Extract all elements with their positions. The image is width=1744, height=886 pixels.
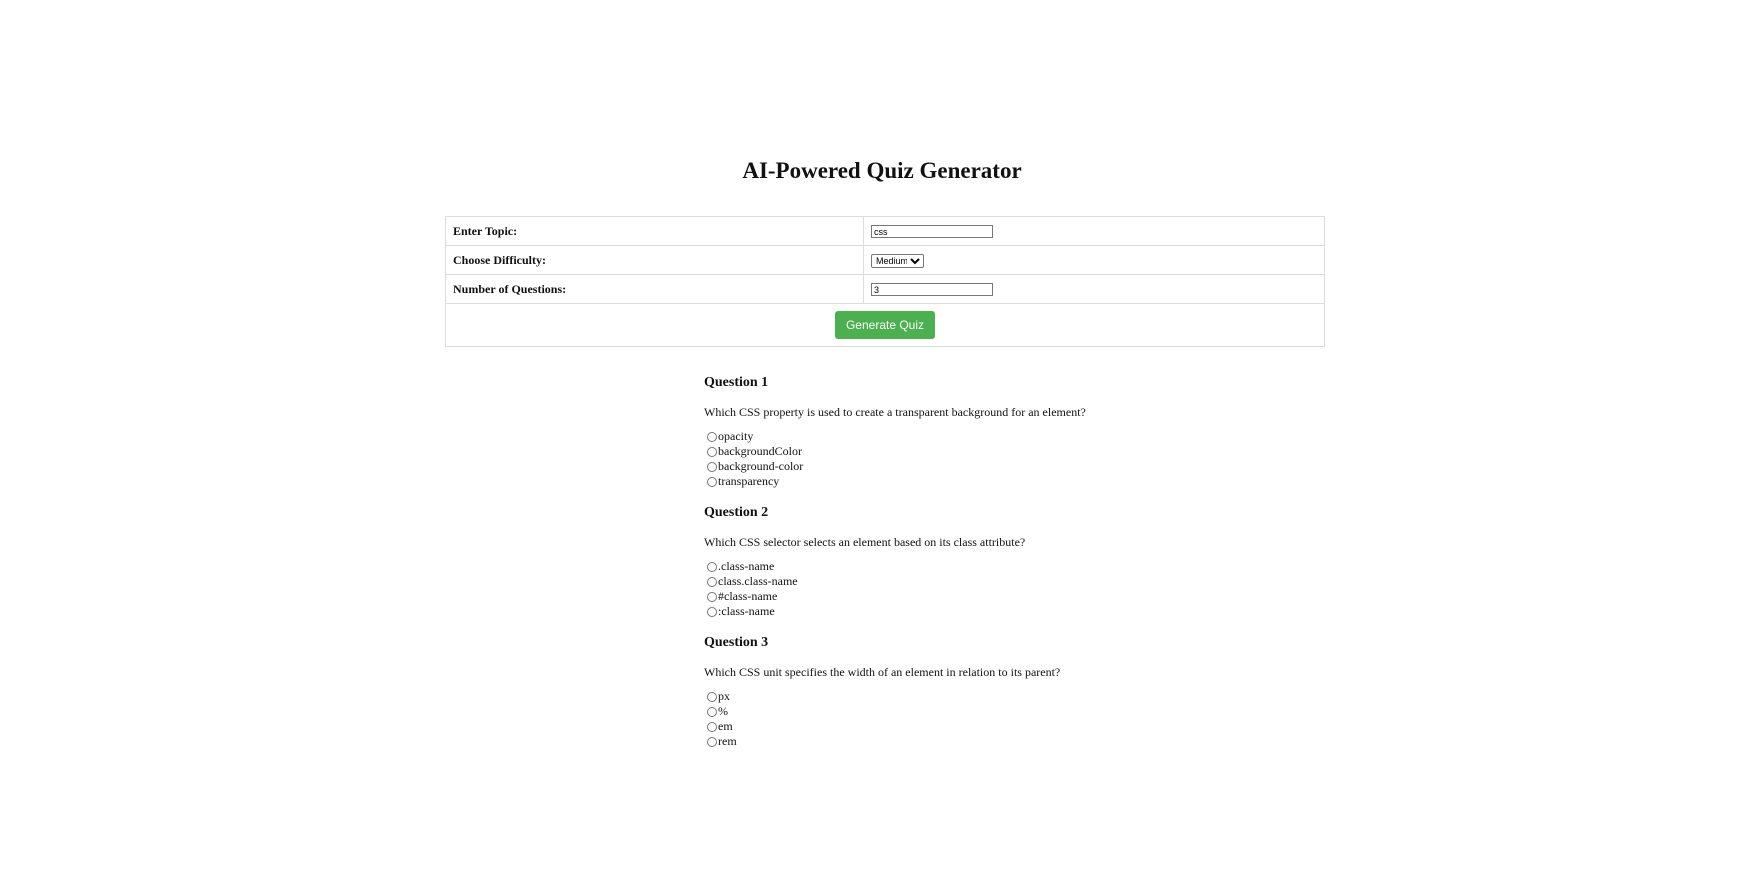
answer-option[interactable]: opacity bbox=[707, 429, 1264, 444]
quiz-settings-form: Enter Topic: Choose Difficulty: Medium N… bbox=[445, 216, 1325, 347]
difficulty-label: Choose Difficulty: bbox=[445, 245, 864, 275]
answer-radio[interactable] bbox=[707, 561, 717, 572]
question-text: Which CSS selector selects an element ba… bbox=[704, 535, 1026, 549]
answer-option[interactable]: .class-name bbox=[707, 559, 1264, 574]
answer-option[interactable]: backgroundColor bbox=[707, 444, 1264, 459]
answer-radio[interactable] bbox=[707, 706, 717, 717]
topic-label: Enter Topic: bbox=[445, 216, 864, 246]
topic-input[interactable] bbox=[871, 225, 993, 238]
difficulty-select-cell: Medium bbox=[863, 245, 1325, 275]
answer-option-label: px bbox=[718, 689, 730, 703]
generate-quiz-button[interactable]: Generate Quiz bbox=[834, 311, 936, 339]
question-count-input[interactable] bbox=[871, 283, 993, 296]
answer-option[interactable]: #class-name bbox=[707, 589, 1264, 604]
answer-radio[interactable] bbox=[707, 606, 717, 617]
answer-option-label: % bbox=[718, 704, 728, 718]
count-row: Number of Questions: bbox=[445, 274, 1325, 304]
difficulty-row: Choose Difficulty: Medium bbox=[445, 245, 1325, 275]
quiz-question: Question 1 Which CSS property is used to … bbox=[704, 371, 1264, 489]
answer-option-label: em bbox=[718, 719, 733, 733]
quiz-question: Question 2 Which CSS selector selects an … bbox=[704, 501, 1264, 619]
answer-option-label: :class-name bbox=[718, 604, 775, 618]
answer-option[interactable]: % bbox=[707, 704, 1264, 719]
answer-radio[interactable] bbox=[707, 431, 717, 442]
page-title: AI-Powered Quiz Generator bbox=[742, 158, 1022, 183]
topic-input-cell bbox=[863, 216, 1325, 246]
answer-option[interactable]: transparency bbox=[707, 474, 1264, 489]
answer-radio[interactable] bbox=[707, 576, 717, 587]
question-text: Which CSS unit specifies the width of an… bbox=[704, 665, 1061, 679]
answer-radio[interactable] bbox=[707, 591, 717, 602]
question-title: Question 1 bbox=[704, 375, 769, 390]
count-label: Number of Questions: bbox=[445, 274, 864, 304]
difficulty-select[interactable]: Medium bbox=[871, 253, 924, 268]
question-title: Question 3 bbox=[704, 635, 769, 650]
answer-radio[interactable] bbox=[707, 461, 717, 472]
question-text: Which CSS property is used to create a t… bbox=[704, 405, 1086, 419]
quiz-container: Question 1 Which CSS property is used to … bbox=[704, 371, 1264, 761]
answer-radio[interactable] bbox=[707, 736, 717, 747]
answer-option-label: background-color bbox=[718, 459, 804, 473]
answer-option-label: rem bbox=[718, 734, 737, 748]
answer-option-label: transparency bbox=[718, 474, 780, 488]
answer-option[interactable]: rem bbox=[707, 734, 1264, 749]
count-input-cell bbox=[863, 274, 1325, 304]
answer-option-label: class.class-name bbox=[718, 574, 798, 588]
button-cell: Generate Quiz bbox=[445, 303, 1325, 347]
button-row: Generate Quiz bbox=[445, 303, 1325, 347]
answer-radio[interactable] bbox=[707, 721, 717, 732]
answer-option-label: .class-name bbox=[718, 559, 775, 573]
question-title: Question 2 bbox=[704, 505, 769, 520]
answer-radio[interactable] bbox=[707, 446, 717, 457]
answer-option[interactable]: background-color bbox=[707, 459, 1264, 474]
answer-option[interactable]: em bbox=[707, 719, 1264, 734]
answer-radio[interactable] bbox=[707, 691, 717, 702]
answer-radio[interactable] bbox=[707, 476, 717, 487]
answer-option-label: opacity bbox=[718, 429, 754, 443]
answer-option[interactable]: :class-name bbox=[707, 604, 1264, 619]
answer-option-label: backgroundColor bbox=[718, 444, 802, 458]
answer-option-label: #class-name bbox=[718, 589, 778, 603]
topic-row: Enter Topic: bbox=[445, 216, 1325, 246]
answer-option[interactable]: class.class-name bbox=[707, 574, 1264, 589]
quiz-question: Question 3 Which CSS unit specifies the w… bbox=[704, 631, 1264, 749]
answer-option[interactable]: px bbox=[707, 689, 1264, 704]
